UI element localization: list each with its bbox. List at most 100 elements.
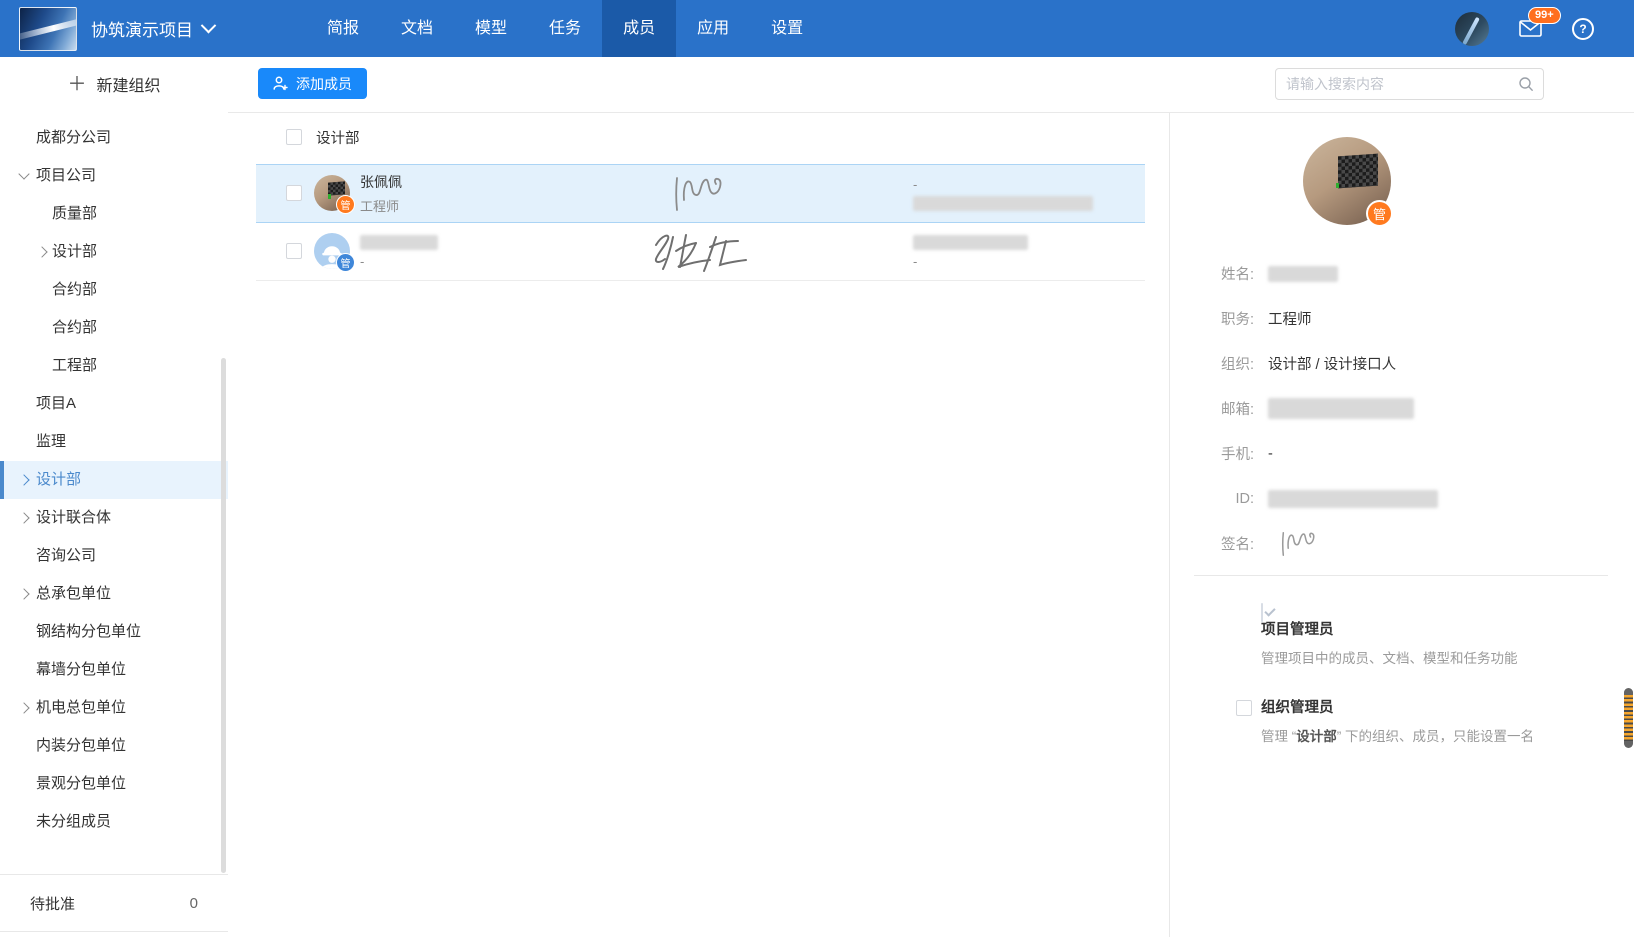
detail-field: ID: [1170, 476, 1614, 521]
tree-item-项目A[interactable]: 项目A [0, 385, 228, 423]
new-org-label: 新建组织 [97, 72, 161, 96]
member-toolbar: 添加成员 [228, 57, 1634, 113]
pending-approval-item[interactable]: 待批准 0 [0, 874, 228, 932]
add-member-label: 添加成员 [296, 74, 352, 94]
chevron-down-icon[interactable] [18, 168, 29, 179]
tab-任务[interactable]: 任务 [528, 0, 602, 57]
field-label: 组织: [1170, 353, 1254, 374]
chevron-right-icon[interactable] [18, 512, 29, 523]
tree-item-总承包单位[interactable]: 总承包单位 [0, 575, 228, 613]
member-rows: 管 张佩佩工程师 -管-- [256, 164, 1169, 281]
tree-item-设计联合体[interactable]: 设计联合体 [0, 499, 228, 537]
field-label: 职务: [1170, 308, 1254, 329]
tab-模型[interactable]: 模型 [454, 0, 528, 57]
field-label: 手机: [1170, 443, 1254, 464]
detail-field: 手机:- [1170, 431, 1614, 476]
member-signature [646, 165, 886, 222]
detail-field: 签名: [1170, 521, 1614, 566]
tab-成员[interactable]: 成员 [602, 0, 676, 57]
tree-item-label: 咨询公司 [36, 547, 96, 564]
tree-item-咨询公司[interactable]: 咨询公司 [0, 537, 228, 575]
tree-item-成都分公司[interactable]: 成都分公司 [0, 119, 228, 157]
sidebar-scrollbar-thumb[interactable] [221, 358, 226, 873]
header-right: 99+ ? [1455, 0, 1594, 57]
tree-item-钢结构分包单位[interactable]: 钢结构分包单位 [0, 613, 228, 651]
member-checkbox[interactable] [286, 243, 302, 259]
chevron-right-icon[interactable] [36, 246, 47, 257]
help-icon[interactable]: ? [1572, 18, 1594, 40]
project-switcher[interactable]: 协筑演示项目 [91, 16, 214, 41]
tab-应用[interactable]: 应用 [676, 0, 750, 57]
role-label: 项目管理员 [1261, 621, 1604, 639]
role-settings: 项目管理员管理项目中的成员、文档、模型和任务功能组织管理员管理 “设计部” 下的… [1236, 603, 1604, 777]
tree-item-质量部[interactable]: 质量部 [0, 195, 228, 233]
signature-scribble [1268, 530, 1328, 558]
member-title: - [360, 254, 438, 269]
field-value: 设计部 / 设计接口人 [1268, 353, 1396, 374]
tree-item-label: 项目公司 [36, 167, 96, 184]
new-org-button[interactable]: ＋ 新建组织 [0, 65, 228, 103]
member-row[interactable]: 管张佩佩工程师- [256, 164, 1145, 223]
pending-count: 0 [190, 895, 198, 912]
role-description: 管理 “设计部” 下的组织、成员，只能设置一名 [1261, 728, 1604, 745]
project-logo[interactable] [19, 7, 77, 51]
member-name: 张佩佩 [360, 172, 402, 192]
member-detail-panel: 管 姓名:职务:工程师组织:设计部 / 设计接口人邮箱:手机:-ID:签名: 项… [1169, 113, 1634, 937]
chevron-right-icon[interactable] [18, 588, 29, 599]
tree-item-设计部[interactable]: 设计部 [0, 461, 228, 499]
avatar-photo-detail [1338, 153, 1378, 188]
admin-badge: 管 [336, 253, 355, 272]
org-tree: 成都分公司项目公司质量部设计部合约部合约部工程部项目A监理设计部设计联合体咨询公… [0, 119, 228, 841]
tab-简报[interactable]: 简报 [306, 0, 380, 57]
tree-item-合约部[interactable]: 合约部 [0, 309, 228, 347]
project-title: 协筑演示项目 [91, 16, 193, 41]
add-member-button[interactable]: 添加成员 [258, 68, 367, 99]
tree-item-内装分包单位[interactable]: 内装分包单位 [0, 727, 228, 765]
detail-field: 组织: 设计部 / 设计接口人 [1170, 341, 1614, 386]
chevron-right-icon[interactable] [18, 474, 29, 485]
redacted-text [913, 196, 1093, 211]
member-row[interactable]: 管-- [256, 223, 1145, 281]
field-value: - [1268, 446, 1273, 462]
tree-item-label: 内装分包单位 [36, 737, 126, 754]
signature-scribble [646, 229, 750, 275]
detail-avatar[interactable]: 管 [1303, 137, 1391, 225]
user-avatar[interactable] [1455, 12, 1489, 46]
tree-item-label: 成都分公司 [36, 129, 111, 146]
tree-item-label: 项目A [36, 395, 76, 412]
chevron-right-icon[interactable] [18, 702, 29, 713]
tree-item-label: 监理 [36, 433, 66, 450]
tree-item-机电总包单位[interactable]: 机电总包单位 [0, 689, 228, 727]
messages-button[interactable]: 99+ [1519, 20, 1542, 37]
tree-item-合约部[interactable]: 合约部 [0, 271, 228, 309]
tree-item-监理[interactable]: 监理 [0, 423, 228, 461]
role-checkbox [1261, 603, 1263, 622]
tree-item-设计部[interactable]: 设计部 [0, 233, 228, 271]
field-label: 姓名: [1170, 263, 1254, 284]
search-icon[interactable] [1518, 76, 1534, 92]
signature-scribble [672, 174, 724, 214]
unread-count-badge: 99+ [1528, 7, 1561, 24]
group-checkbox[interactable] [286, 129, 302, 145]
search-input[interactable] [1276, 76, 1518, 92]
tree-item-未分组成员[interactable]: 未分组成员 [0, 803, 228, 841]
page-scrollbar-thumb[interactable] [1624, 688, 1633, 748]
tab-文档[interactable]: 文档 [380, 0, 454, 57]
redacted-text [913, 235, 1028, 250]
tree-item-label: 质量部 [52, 205, 97, 222]
chevron-down-icon [201, 18, 217, 34]
member-title: 工程师 [360, 196, 402, 215]
tree-item-项目公司[interactable]: 项目公司 [0, 157, 228, 195]
tab-设置[interactable]: 设置 [750, 0, 824, 57]
redacted-value [1268, 266, 1338, 282]
tree-item-label: 钢结构分包单位 [36, 623, 141, 640]
tree-item-工程部[interactable]: 工程部 [0, 347, 228, 385]
tree-item-幕墙分包单位[interactable]: 幕墙分包单位 [0, 651, 228, 689]
tree-item-景观分包单位[interactable]: 景观分包单位 [0, 765, 228, 803]
detail-field: 姓名: [1170, 251, 1614, 296]
role-checkbox[interactable] [1236, 700, 1252, 716]
field-label: 邮箱: [1170, 398, 1254, 419]
tree-item-label: 设计部 [52, 243, 97, 260]
member-avatar: 管 [314, 233, 350, 269]
member-checkbox[interactable] [286, 185, 302, 201]
